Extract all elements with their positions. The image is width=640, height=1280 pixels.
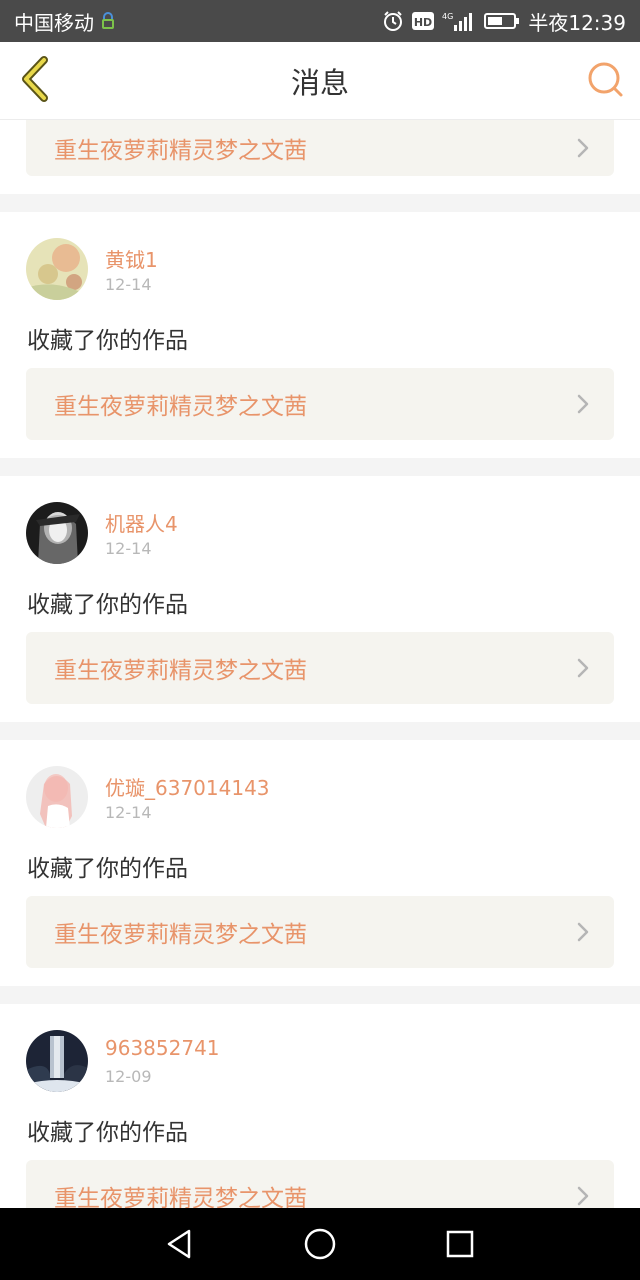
svg-text:HD: HD — [414, 16, 432, 29]
nav-back-button[interactable] — [150, 1214, 210, 1274]
chevron-right-icon — [577, 394, 589, 414]
message-action: 收藏了你的作品 — [27, 1120, 188, 1146]
card-divider — [0, 194, 640, 212]
circle-home-icon — [304, 1228, 336, 1260]
work-title: 重生夜萝莉精灵梦之文茜 — [54, 138, 307, 164]
work-title: 重生夜萝莉精灵梦之文茜 — [54, 658, 307, 684]
vpn-lock-icon — [100, 12, 116, 30]
work-title: 重生夜萝莉精灵梦之文茜 — [54, 1186, 307, 1208]
carrier-name: 中国移动 — [14, 10, 94, 35]
chevron-left-icon — [20, 56, 52, 106]
status-bar: 中国移动 HD 4G 半夜12:39 — [0, 0, 640, 42]
system-nav-bar — [0, 1208, 640, 1280]
work-title: 重生夜萝莉精灵梦之文茜 — [54, 922, 307, 948]
work-link[interactable]: 重生夜萝莉精灵梦之文茜 — [26, 1160, 614, 1208]
message-card: 机器人4 12-14 收藏了你的作品 重生夜萝莉精灵梦之文茜 — [0, 476, 640, 722]
square-recents-icon — [446, 1230, 474, 1258]
card-divider — [0, 722, 640, 740]
chevron-right-icon — [577, 138, 589, 158]
hd-icon: HD — [412, 11, 435, 31]
work-link[interactable]: 重生夜萝莉精灵梦之文茜 — [26, 632, 614, 704]
card-divider — [0, 458, 640, 476]
message-card: 963852741 12-09 收藏了你的作品 重生夜萝莉精灵梦之文茜 — [0, 1004, 640, 1208]
avatar[interactable] — [26, 502, 88, 564]
signal-icon: 4G — [442, 10, 476, 32]
user-name[interactable]: 963852741 — [105, 1036, 220, 1060]
app-header: 消息 — [0, 42, 640, 120]
message-card: 优璇_637014143 12-14 收藏了你的作品 重生夜萝莉精灵梦之文茜 — [0, 740, 640, 986]
message-date: 12-09 — [105, 1067, 152, 1086]
nav-home-button[interactable] — [290, 1214, 350, 1274]
svg-text:4G: 4G — [442, 12, 453, 21]
search-button[interactable] — [584, 60, 626, 102]
alarm-icon — [382, 10, 404, 32]
message-list-inner: 重生夜萝莉精灵梦之文茜 黄钺1 12-14 收藏了你的作品 重生夜萝莉精灵梦之文… — [0, 120, 640, 1208]
avatar[interactable] — [26, 766, 88, 828]
message-card: 黄钺1 12-14 收藏了你的作品 重生夜萝莉精灵梦之文茜 — [0, 212, 640, 458]
search-icon — [586, 60, 624, 102]
nav-recents-button[interactable] — [430, 1214, 490, 1274]
user-name[interactable]: 黄钺1 — [105, 244, 158, 273]
user-name[interactable]: 机器人4 — [105, 508, 178, 537]
message-action: 收藏了你的作品 — [27, 856, 188, 882]
avatar[interactable] — [26, 238, 88, 300]
clock-time: 半夜12:39 — [528, 10, 626, 35]
chevron-right-icon — [577, 1186, 589, 1206]
message-card-partial: 重生夜萝莉精灵梦之文茜 — [0, 120, 640, 194]
work-link[interactable]: 重生夜萝莉精灵梦之文茜 — [26, 368, 614, 440]
message-list[interactable]: 重生夜萝莉精灵梦之文茜 黄钺1 12-14 收藏了你的作品 重生夜萝莉精灵梦之文… — [0, 120, 640, 1208]
work-title: 重生夜萝莉精灵梦之文茜 — [54, 394, 307, 420]
page-title: 消息 — [290, 65, 349, 100]
work-link[interactable]: 重生夜萝莉精灵梦之文茜 — [26, 896, 614, 968]
back-button[interactable] — [14, 56, 58, 106]
chevron-right-icon — [577, 922, 589, 942]
message-action: 收藏了你的作品 — [27, 328, 188, 354]
battery-icon — [484, 11, 520, 31]
message-date: 12-14 — [105, 275, 152, 294]
message-action: 收藏了你的作品 — [27, 592, 188, 618]
card-divider — [0, 986, 640, 1004]
chevron-right-icon — [577, 658, 589, 678]
user-name[interactable]: 优璇_637014143 — [105, 772, 270, 801]
avatar[interactable] — [26, 1030, 88, 1092]
status-right: HD 4G 半夜12:39 — [382, 7, 626, 36]
status-left: 中国移动 — [14, 7, 382, 36]
message-date: 12-14 — [105, 803, 152, 822]
message-date: 12-14 — [105, 539, 152, 558]
triangle-back-icon — [167, 1229, 191, 1259]
work-link[interactable]: 重生夜萝莉精灵梦之文茜 — [26, 120, 614, 176]
